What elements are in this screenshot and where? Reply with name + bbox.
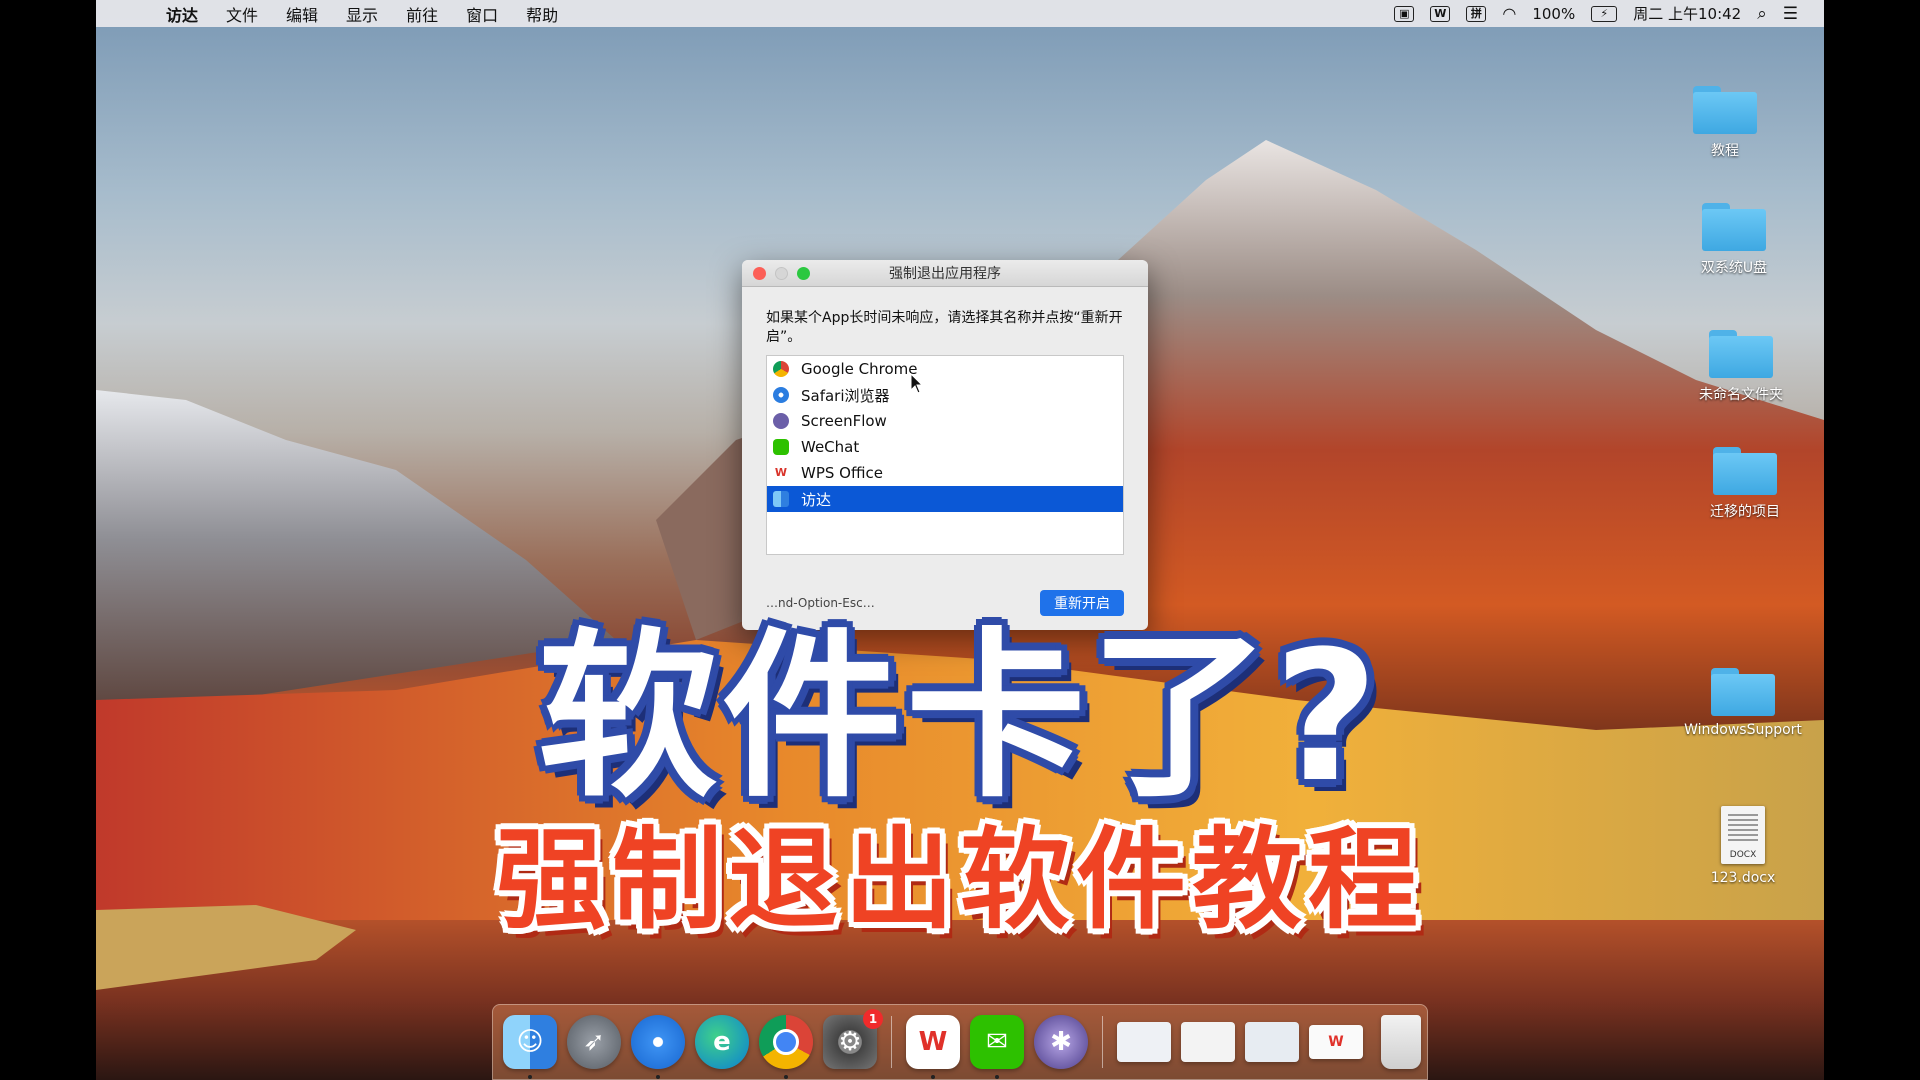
wechat-icon [773,439,789,455]
menu-finder[interactable]: 访达 [152,2,212,26]
dock-separator [1102,1016,1103,1068]
chrome-icon [773,361,789,377]
notification-center-icon[interactable]: ☰ [1783,4,1798,24]
desktop-folder-migrated[interactable]: 迁移的项目 [1680,447,1810,521]
desktop-item-label: 未命名文件夹 [1699,387,1783,403]
input-method-icon[interactable]: 拼 [1466,5,1487,22]
dock-trash-icon[interactable] [1381,1015,1421,1069]
dock-wps-doc-stack-icon[interactable]: W [1309,1025,1363,1059]
folder-icon [1713,447,1777,495]
notification-badge: 1 [863,1009,883,1029]
app-name: WPS Office [801,464,883,482]
spotlight-search-icon[interactable]: ⌕ [1757,4,1767,24]
dock-folder-stack-icon[interactable] [1117,1022,1171,1062]
dock-downloads-stack-icon[interactable] [1245,1022,1299,1062]
dialog-title: 强制退出应用程序 [889,266,1001,282]
menu-help[interactable]: 帮助 [512,2,572,26]
app-name: Google Chrome [801,360,918,378]
dock-safari-icon[interactable] [631,1015,685,1079]
wifi-icon[interactable]: ◠ [1502,4,1516,23]
dock-launchpad-icon[interactable]: ➶ [567,1015,621,1069]
finder-icon [773,491,789,507]
dock-document-stack-icon[interactable] [1181,1022,1235,1062]
dock-system-preferences-icon[interactable]: ⚙ 1 [823,1009,883,1069]
wps-icon: W [773,465,789,481]
desktop-screen: 访达 文件 编辑 显示 前往 窗口 帮助 ▣ W 拼 ◠ 100% ⚡ 周二 上… [96,0,1824,1080]
dock-wechat-icon[interactable]: ✉ [970,1015,1024,1079]
dialog-titlebar: 强制退出应用程序 [742,260,1148,287]
app-row-wps-office[interactable]: W WPS Office [767,460,1123,486]
app-row-screenflow[interactable]: ScreenFlow [767,408,1123,434]
menu-view[interactable]: 显示 [332,2,392,26]
video-subtitle: 强制退出软件教程 [496,816,1424,944]
app-row-finder[interactable]: 访达 [767,486,1123,512]
desktop-item-label: 教程 [1711,143,1739,159]
app-row-safari[interactable]: Safari浏览器 [767,382,1123,408]
menu-edit[interactable]: 编辑 [272,2,332,26]
menu-window[interactable]: 窗口 [452,2,512,26]
app-name: 访达 [801,490,832,509]
safari-icon [773,387,789,403]
app-name: ScreenFlow [801,412,887,430]
clock[interactable]: 周二 上午10:42 [1633,3,1741,24]
desktop-folder-dual-usb[interactable]: 双系统U盘 [1669,203,1799,277]
status-area: ▣ W 拼 ◠ 100% ⚡ 周二 上午10:42 ⌕ ☰ [1394,3,1824,24]
screen-record-icon[interactable]: ▣ [1394,5,1415,22]
wps-menu-icon[interactable]: W [1430,5,1451,22]
screenflow-icon [773,413,789,429]
menu-bar: 访达 文件 编辑 显示 前往 窗口 帮助 ▣ W 拼 ◠ 100% ⚡ 周二 上… [96,0,1824,27]
dock-edge-icon[interactable]: e [695,1015,749,1069]
app-row-wechat[interactable]: WeChat [767,434,1123,460]
desktop-folder-untitled[interactable]: 未命名文件夹 [1676,330,1806,404]
app-list[interactable]: Google Chrome Safari浏览器 ScreenFlow WeCha… [766,355,1124,555]
desktop-item-label: 双系统U盘 [1700,260,1768,276]
desktop-folder-tutorial[interactable]: 教程 [1660,86,1790,160]
app-name: Safari浏览器 [801,386,890,405]
menu-go[interactable]: 前往 [392,2,452,26]
dock-chrome-icon[interactable] [759,1015,813,1079]
dock: ☺ ➶ e ⚙ 1 W ✉ ✱ W [492,1004,1428,1080]
menu-file[interactable]: 文件 [212,2,272,26]
battery-percent: 100% [1532,4,1576,23]
battery-icon[interactable]: ⚡ [1591,5,1618,22]
folder-icon [1693,86,1757,134]
folder-icon [1709,330,1773,378]
dock-screenflow-icon[interactable]: ✱ [1034,1015,1088,1069]
dock-finder-icon[interactable]: ☺ [503,1015,557,1079]
app-row-google-chrome[interactable]: Google Chrome [767,356,1123,382]
dock-wps-icon[interactable]: W [906,1015,960,1079]
dialog-message: 如果某个App长时间未响应，请选择其名称并点按“重新开启”。 [766,310,1123,345]
desktop-item-label: 迁移的项目 [1710,504,1780,520]
folder-icon [1702,203,1766,251]
app-name: WeChat [801,438,860,456]
mouse-cursor-icon [910,372,924,399]
dock-separator [891,1016,892,1068]
